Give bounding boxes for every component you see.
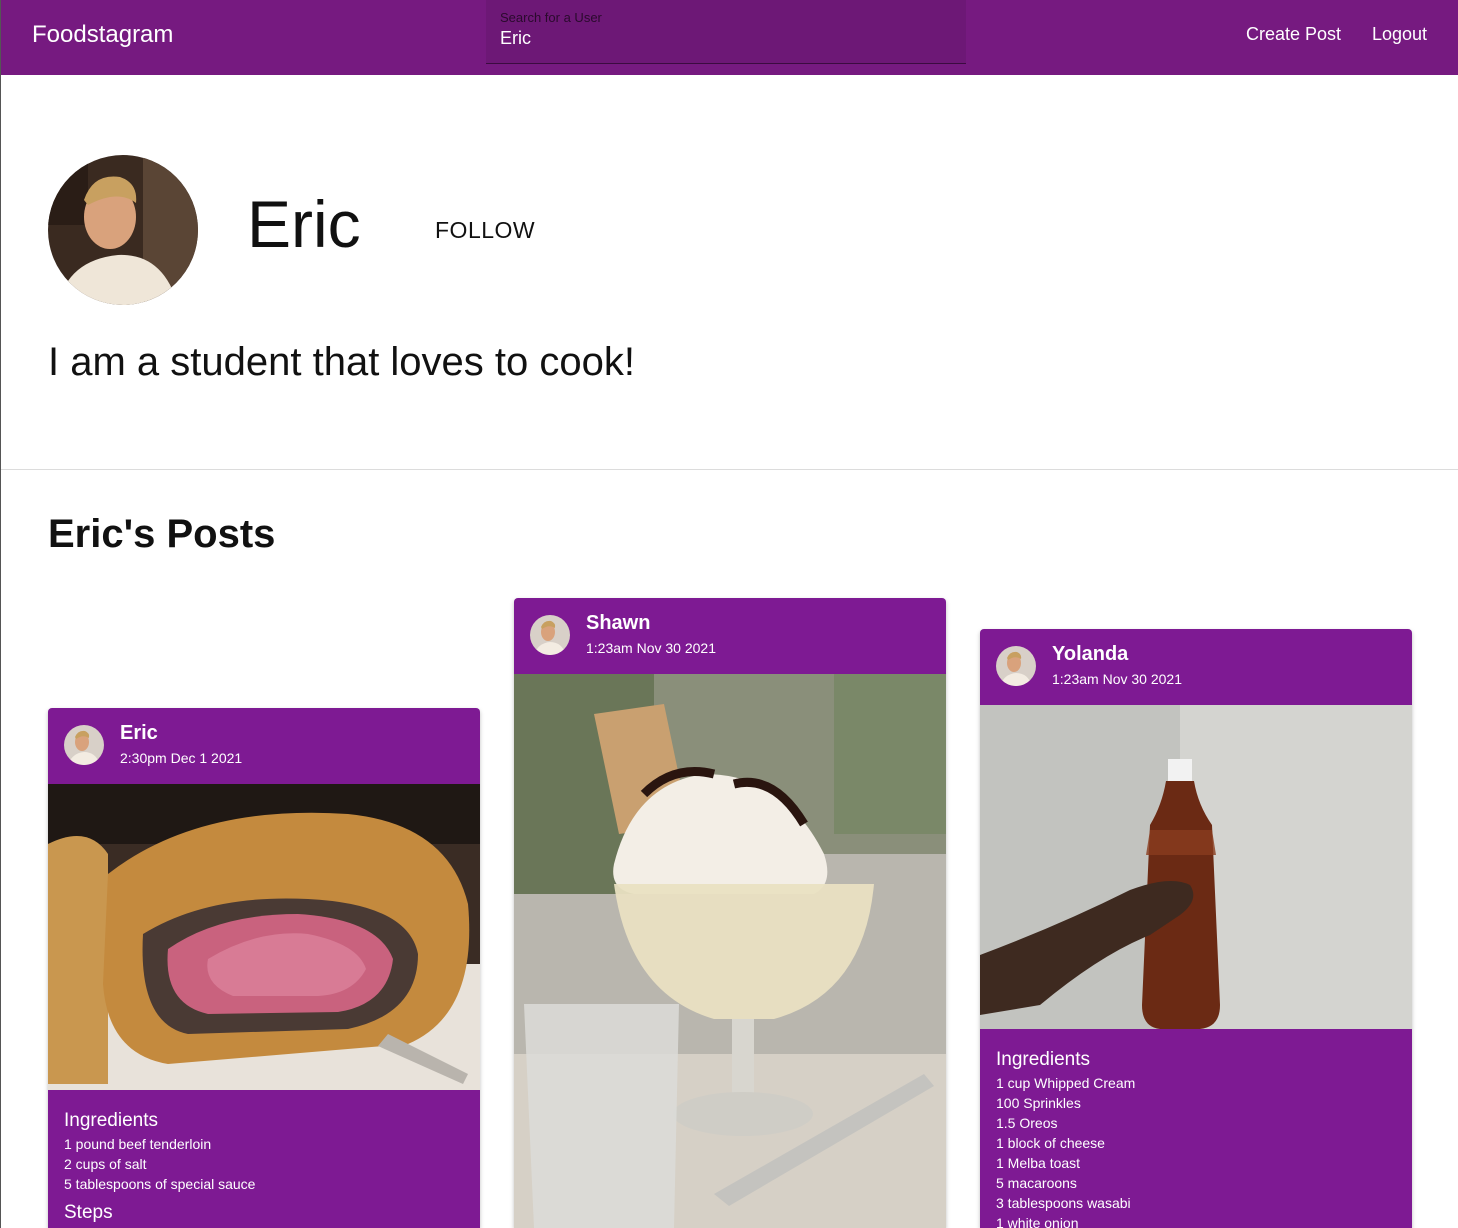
post-header: Shawn 1:23am Nov 30 2021 — [514, 598, 946, 674]
posts-heading: Eric's Posts — [48, 512, 276, 556]
search-input[interactable] — [500, 28, 940, 49]
author-avatar — [530, 615, 570, 655]
post-recipe: Ingredients 1 cup Whipped Cream 100 Spri… — [980, 1029, 1412, 1228]
post-recipe: Ingredients 1 pound beef tenderloin 2 cu… — [48, 1090, 480, 1224]
ingredient-item: 1 white onion — [996, 1215, 1079, 1228]
post-author[interactable]: Shawn — [586, 612, 650, 635]
author-avatar — [996, 646, 1036, 686]
ingredient-item: 3 tablespoons wasabi — [996, 1195, 1131, 1211]
ingredient-item: 1 block of cheese — [996, 1135, 1105, 1151]
create-post-button[interactable]: Create Post — [1246, 24, 1341, 45]
follow-button[interactable]: FOLLOW — [423, 206, 547, 254]
profile-bio: I am a student that loves to cook! — [48, 340, 635, 384]
ingredient-item: 1.5 Oreos — [996, 1115, 1058, 1131]
ingredients-title: Ingredients — [64, 1110, 159, 1131]
post-header: Eric 2:30pm Dec 1 2021 — [48, 708, 480, 784]
user-search[interactable]: Search for a User — [486, 0, 966, 64]
ingredients-title: Ingredients — [996, 1049, 1091, 1070]
ingredient-item: 5 macaroons — [996, 1175, 1077, 1191]
post-author[interactable]: Eric — [120, 722, 158, 745]
post-card[interactable]: Eric 2:30pm Dec 1 2021 Ingredients 1 pou… — [48, 708, 480, 1228]
ingredient-item: 1 Melba toast — [996, 1155, 1081, 1171]
post-card[interactable]: Shawn 1:23am Nov 30 2021 — [514, 598, 946, 1228]
search-label: Search for a User — [500, 10, 602, 25]
post-card[interactable]: Yolanda 1:23am Nov 30 2021 Ingredients 1… — [980, 629, 1412, 1228]
author-avatar — [64, 725, 104, 765]
ingredient-item: 1 cup Whipped Cream — [996, 1075, 1136, 1091]
profile-username: Eric — [247, 187, 361, 261]
post-image-ice-cream-sundae — [514, 674, 946, 1228]
app-bar: Foodstagram Search for a User Create Pos… — [1, 0, 1458, 75]
post-timestamp: 1:23am Nov 30 2021 — [586, 640, 716, 656]
ingredient-item: 2 cups of salt — [64, 1156, 147, 1172]
ingredient-item: 5 tablespoons of special sauce — [64, 1176, 256, 1192]
ingredient-item: 1 pound beef tenderloin — [64, 1136, 212, 1152]
steps-title: Steps — [64, 1202, 113, 1223]
post-timestamp: 2:30pm Dec 1 2021 — [120, 750, 243, 766]
post-image-bottle — [980, 705, 1412, 1029]
brand-logo[interactable]: Foodstagram — [32, 21, 173, 49]
post-header: Yolanda 1:23am Nov 30 2021 — [980, 629, 1412, 705]
post-author[interactable]: Yolanda — [1052, 643, 1128, 666]
ingredient-item: 100 Sprinkles — [996, 1095, 1081, 1111]
logout-button[interactable]: Logout — [1372, 24, 1427, 45]
post-image-beef-wellington — [48, 784, 480, 1090]
section-divider — [1, 469, 1458, 470]
profile-avatar — [48, 155, 198, 305]
post-timestamp: 1:23am Nov 30 2021 — [1052, 671, 1182, 687]
